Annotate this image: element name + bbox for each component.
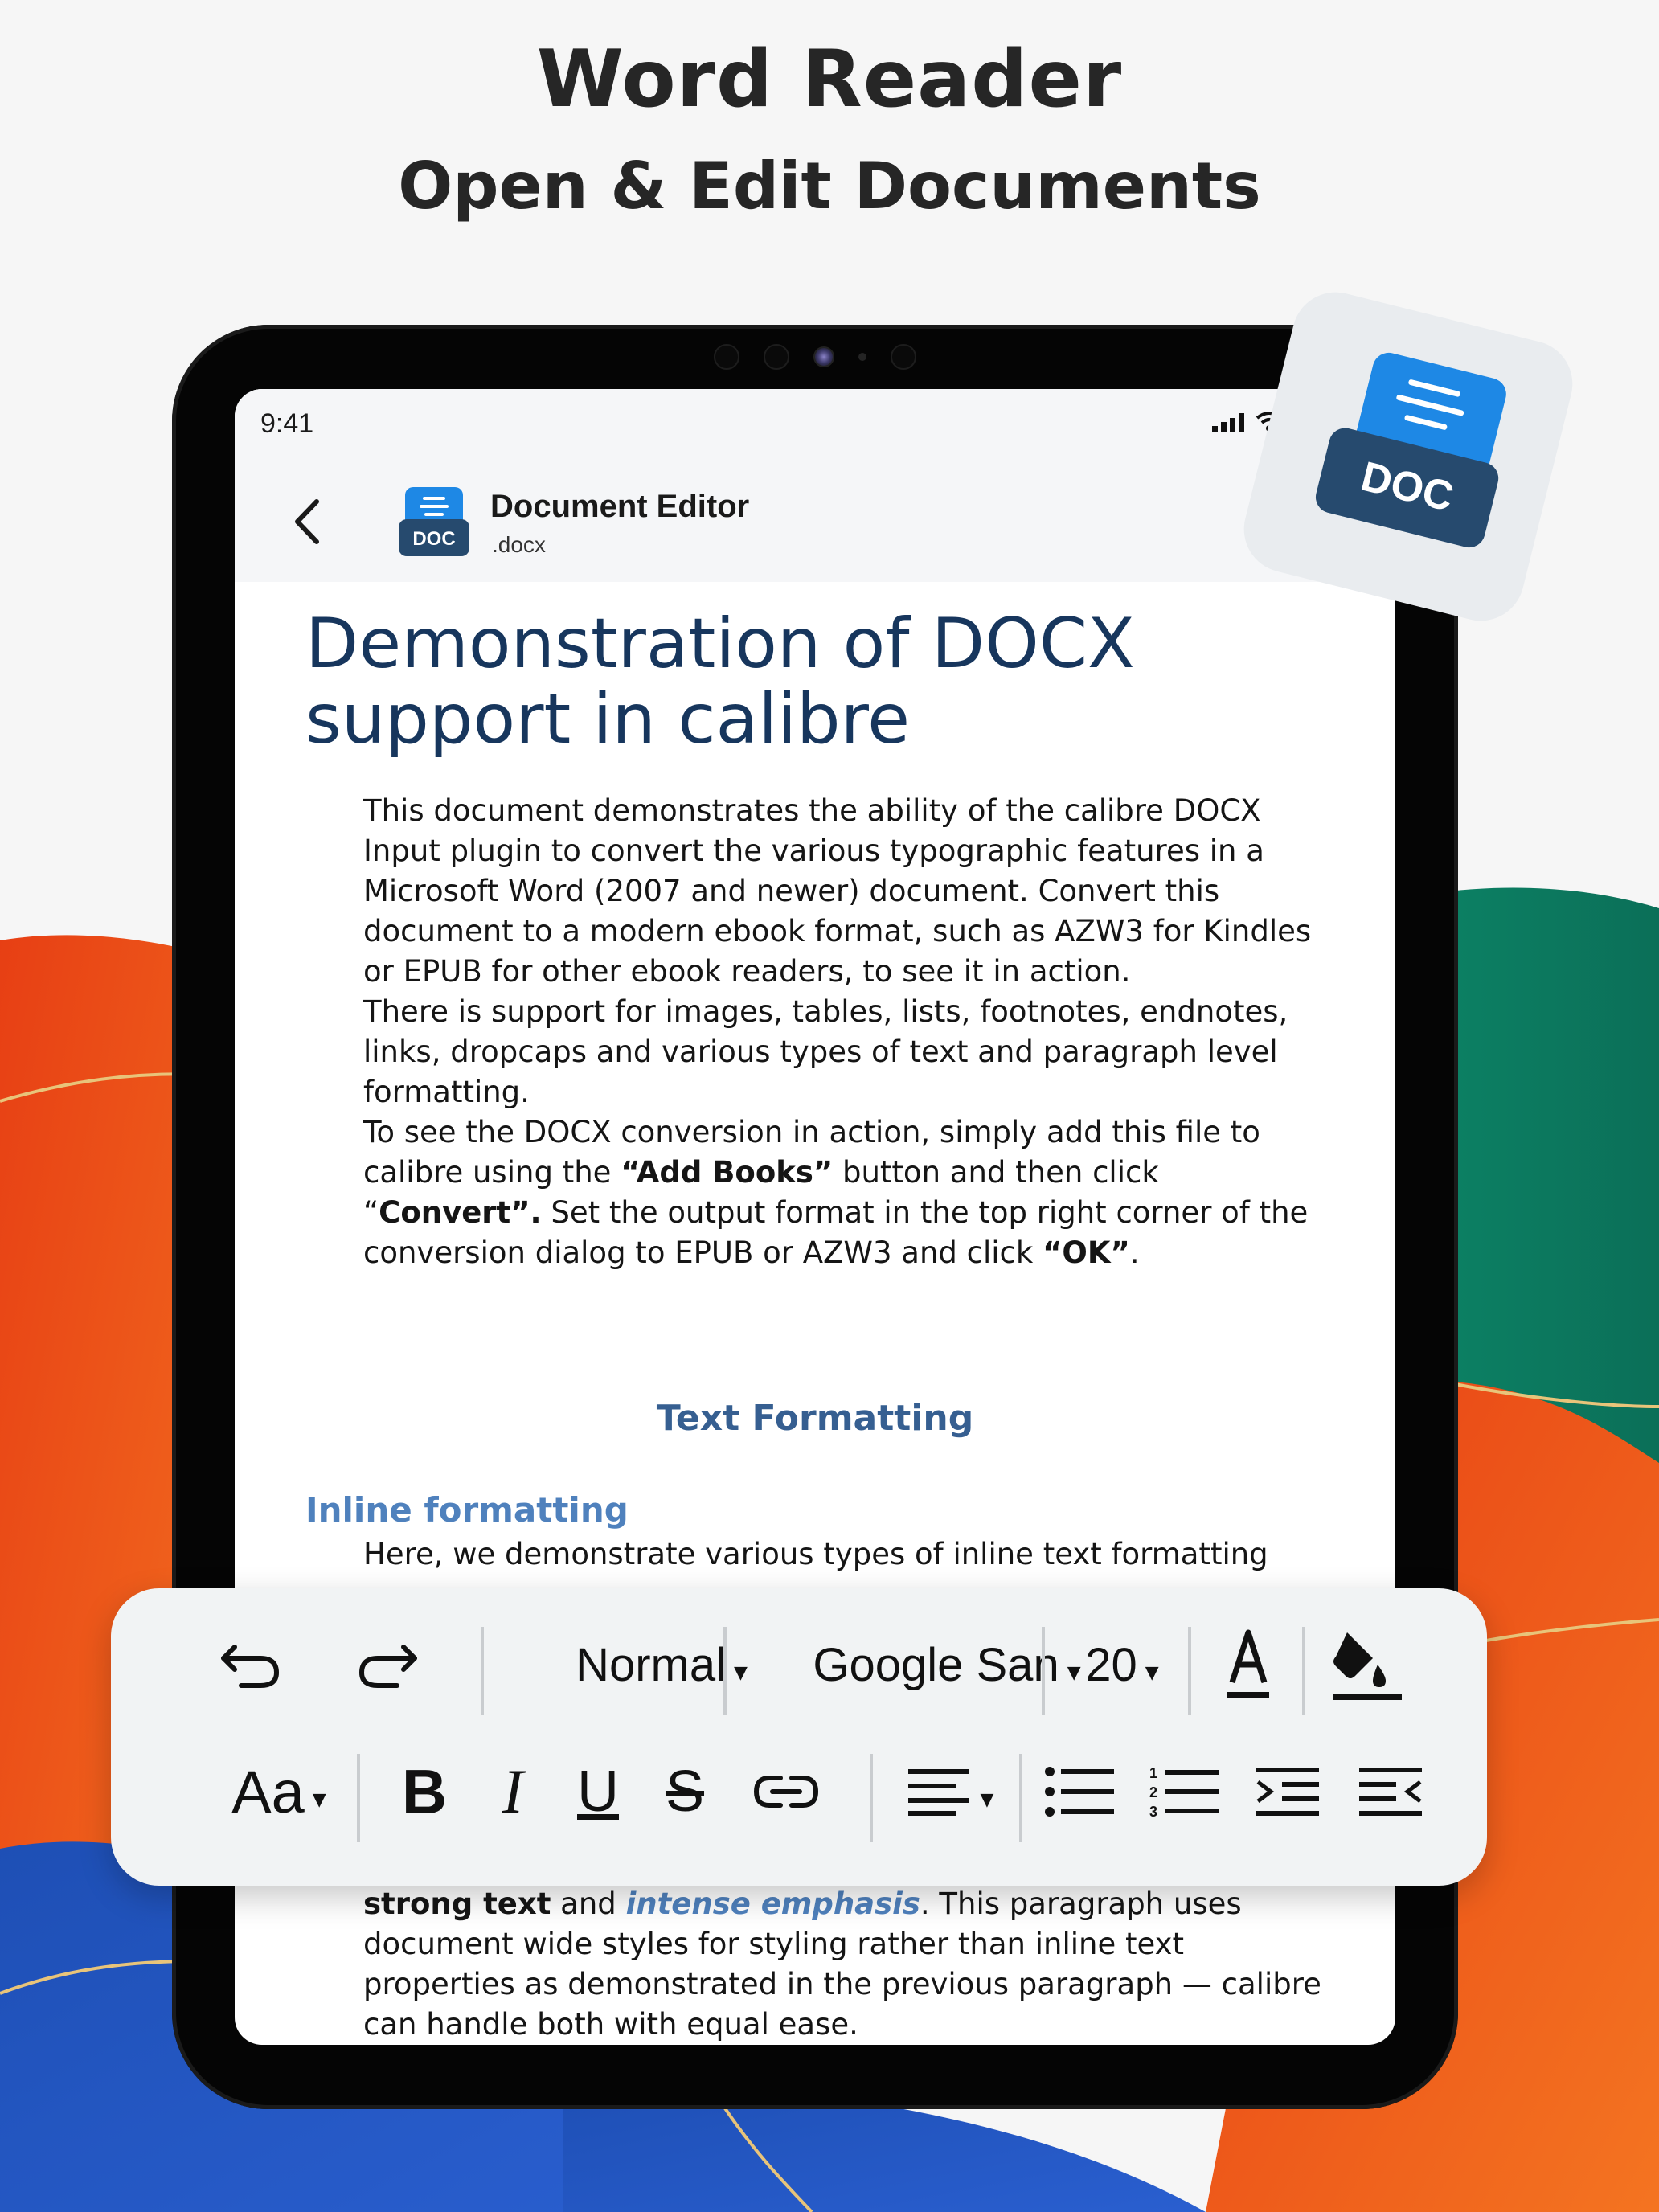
bullet-list-button[interactable] xyxy=(1035,1739,1124,1844)
text-color-button[interactable] xyxy=(1204,1612,1292,1717)
underline-icon: U xyxy=(577,1759,619,1824)
bullet-list-icon xyxy=(1045,1767,1114,1817)
formatting-toolbar: Normal ▼ Google San ▼ 20 ▼ Aa ▼ B I U S … xyxy=(111,1588,1487,1886)
doc-icon-label: DOC xyxy=(412,528,455,550)
text-color-icon xyxy=(1227,1629,1269,1698)
numbered-list-button[interactable]: 1 2 3 xyxy=(1140,1739,1228,1844)
app-bar: DOC Document Editor .docx xyxy=(235,461,1395,582)
align-left-icon xyxy=(907,1769,969,1816)
svg-text:1: 1 xyxy=(1149,1765,1157,1781)
toolbar-divider xyxy=(1042,1627,1045,1715)
bold-icon: B xyxy=(401,1755,448,1827)
doc-badge: DOC xyxy=(1243,292,1573,621)
paragraph: There is support for images, tables, lis… xyxy=(363,994,1288,1109)
back-arrow-icon[interactable] xyxy=(283,494,331,550)
font-size-select[interactable]: 20 ▼ xyxy=(1058,1612,1186,1717)
text-run: and xyxy=(551,1886,626,1921)
toolbar-divider xyxy=(357,1754,360,1842)
svg-text:2: 2 xyxy=(1149,1784,1157,1800)
italic-icon: I xyxy=(502,1756,523,1826)
emphasis-run: intense emphasis xyxy=(625,1886,920,1921)
doc-file-icon: DOC xyxy=(399,487,469,556)
bold-run: “OK” xyxy=(1043,1235,1130,1270)
text-run: . xyxy=(1129,1235,1140,1270)
strikethrough-button[interactable]: S xyxy=(645,1739,725,1844)
toolbar-divider xyxy=(723,1627,727,1715)
bold-run: “Add Books” xyxy=(621,1155,834,1190)
subheading: Inline formatting xyxy=(305,1490,629,1530)
outdent-button[interactable] xyxy=(1347,1739,1436,1844)
chevron-down-icon: ▼ xyxy=(980,1789,994,1810)
section-heading: Text Formatting xyxy=(656,1398,974,1439)
numbered-list-icon: 1 2 3 xyxy=(1149,1765,1219,1818)
fill-color-button[interactable] xyxy=(1317,1612,1421,1717)
text-size-button[interactable]: Aa ▼ xyxy=(219,1739,339,1844)
paragraph: This document demonstrates the ability o… xyxy=(363,793,1312,989)
indent-button[interactable] xyxy=(1244,1739,1333,1844)
toolbar-divider xyxy=(870,1754,873,1842)
chevron-down-icon: ▼ xyxy=(312,1789,326,1810)
italic-button[interactable]: I xyxy=(473,1739,553,1844)
paint-bucket-icon xyxy=(1333,1632,1402,1700)
text-size-label: Aa xyxy=(231,1758,305,1825)
camera-lens-icon xyxy=(813,346,834,367)
status-time: 9:41 xyxy=(260,408,314,439)
indent-decrease-icon xyxy=(1359,1768,1422,1816)
undo-button[interactable] xyxy=(206,1612,294,1717)
file-extension: .docx xyxy=(492,532,546,557)
paragraph: strong text and intense emphasis. This p… xyxy=(363,1884,1328,2045)
sensor-dot-icon xyxy=(858,353,866,361)
svg-text:3: 3 xyxy=(1149,1804,1157,1818)
app-title: Document Editor xyxy=(490,489,750,524)
align-button[interactable]: ▼ xyxy=(891,1739,1011,1844)
chevron-down-icon: ▼ xyxy=(1145,1662,1159,1683)
toolbar-divider xyxy=(1019,1754,1022,1842)
promo-subtitle: Open & Edit Documents xyxy=(398,149,1261,223)
paragraph-style-value: Normal xyxy=(576,1638,726,1691)
bold-run: strong text xyxy=(363,1886,551,1921)
indent-increase-icon xyxy=(1256,1768,1319,1816)
promo-title: Word Reader xyxy=(536,34,1123,125)
sensor-icon xyxy=(714,344,739,370)
bold-run: Convert”. xyxy=(379,1195,542,1230)
bold-button[interactable]: B xyxy=(384,1739,465,1844)
font-family-value: Google San xyxy=(813,1638,1059,1691)
link-button[interactable] xyxy=(738,1739,834,1844)
toolbar-divider xyxy=(481,1627,484,1715)
toolbar-divider xyxy=(1188,1627,1191,1715)
underline-button[interactable]: U xyxy=(558,1739,638,1844)
sensor-icon xyxy=(891,344,916,370)
document-title: Demonstration of DOCX support in calibre xyxy=(305,604,1135,760)
paragraph: To see the DOCX conversion in action, si… xyxy=(363,1112,1328,1273)
strikethrough-icon: S xyxy=(665,1759,705,1824)
redo-button[interactable] xyxy=(344,1612,432,1717)
toolbar-row-2: Aa ▼ B I U S ▼ 1 2 3 xyxy=(111,1739,1487,1844)
redo-icon xyxy=(358,1645,417,1688)
paragraph: Here, we demonstrate various types of in… xyxy=(363,1537,1268,1571)
toolbar-divider xyxy=(1302,1627,1305,1715)
sensor-icon xyxy=(764,344,789,370)
undo-icon xyxy=(221,1645,280,1688)
font-size-value: 20 xyxy=(1085,1638,1137,1691)
toolbar-row-1: Normal ▼ Google San ▼ 20 ▼ xyxy=(111,1612,1487,1717)
link-icon xyxy=(753,1776,819,1808)
